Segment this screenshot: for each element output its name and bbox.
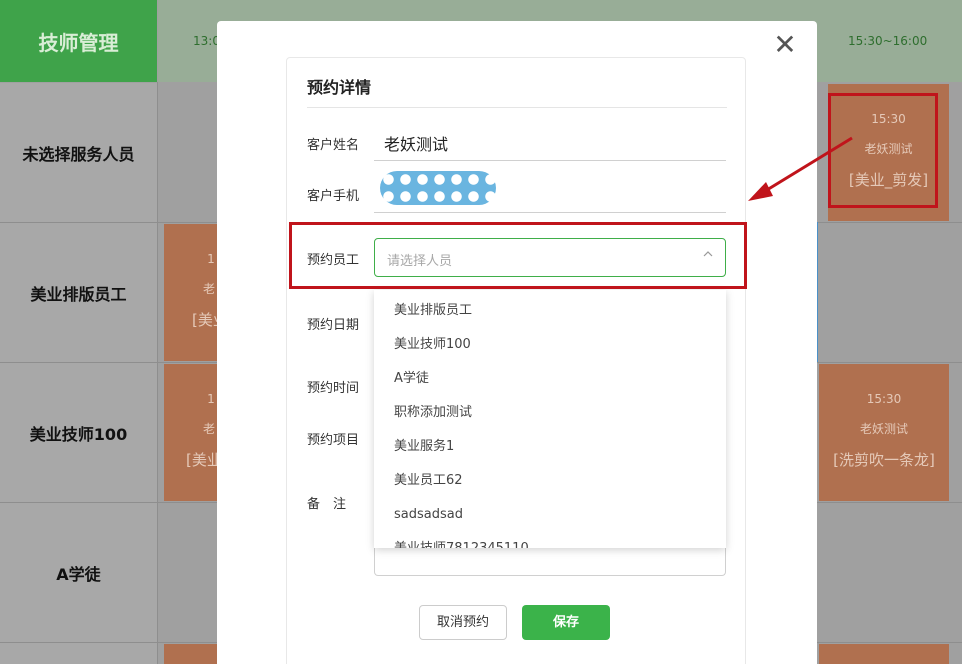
annotation-highlight-box — [289, 222, 747, 289]
divider — [307, 107, 727, 108]
appointment-customer: 老妖测试 — [859, 422, 908, 436]
staff-option[interactable]: 美业技师7812345110 — [374, 532, 726, 548]
row-header-staff: 美业技师100 — [0, 363, 157, 503]
staff-option[interactable]: 美业服务1 — [374, 430, 726, 464]
appointment-card[interactable]: 1 老 [美业_ — [164, 364, 218, 501]
page-title: 技师管理 — [0, 0, 157, 82]
row-header-unassigned: 未选择服务人员 — [0, 83, 157, 223]
appointment-card[interactable]: 1 老 [美业 — [164, 224, 218, 361]
staff-option[interactable]: 职称添加测试 — [374, 396, 726, 430]
close-icon[interactable]: ✕ — [770, 31, 800, 61]
redacted-phone — [380, 171, 496, 205]
column-divider — [157, 82, 158, 664]
customer-name-field[interactable]: 老妖测试 — [384, 131, 448, 155]
customer-phone-label: 客户手机 — [307, 189, 360, 204]
staff-option[interactable]: 美业排版员工 — [374, 294, 726, 328]
row-header-staff: A学徒 — [0, 503, 157, 643]
appointment-service: [美业_ — [186, 451, 218, 469]
staff-option[interactable]: 美业技师100 — [374, 328, 726, 362]
appointment-service: [美业 — [192, 311, 218, 329]
field-underline — [374, 160, 726, 161]
staff-option[interactable]: 美业员工62 — [374, 464, 726, 498]
time-slot-label: 15:30~16:00 — [848, 34, 928, 48]
time-slot-label: 13:0 — [193, 34, 220, 48]
appointment-customer: 老 — [202, 282, 215, 296]
appointment-form: 预约详情 客户姓名 老妖测试 客户手机 预约员工 请选择人员 预约日期 预约时间… — [286, 57, 746, 664]
form-title: 预约详情 — [307, 78, 372, 97]
customer-name-label: 客户姓名 — [307, 138, 360, 153]
staff-dropdown: 美业排版员工 美业技师100 A学徒 职称添加测试 美业服务1 美业员工62 s… — [374, 290, 726, 548]
appointment-time: 1 — [207, 252, 215, 266]
staff-option[interactable]: sadsadsad — [374, 498, 726, 532]
appointment-card[interactable] — [164, 644, 218, 664]
appointment-card[interactable] — [819, 644, 949, 664]
appointment-card[interactable]: 15:30 老妖测试 [洗剪吹一条龙] — [819, 364, 949, 501]
field-underline — [374, 212, 726, 213]
appointment-time: 15:30 — [866, 392, 902, 406]
appointment-dialog: ✕ 预约详情 客户姓名 老妖测试 客户手机 预约员工 请选择人员 预约日期 预约… — [217, 21, 817, 664]
annotation-highlight-box — [828, 93, 938, 208]
date-label: 预约日期 — [307, 318, 360, 333]
cancel-appointment-button[interactable]: 取消预约 — [419, 605, 507, 640]
row-header-staff — [0, 643, 157, 664]
row-header-staff: 美业排版员工 — [0, 223, 157, 363]
appointment-service: [洗剪吹一条龙] — [833, 451, 935, 469]
remark-label: 备 注 — [307, 497, 347, 512]
save-button[interactable]: 保存 — [522, 605, 610, 640]
appointment-customer: 老 — [202, 422, 215, 436]
time-label: 预约时间 — [307, 381, 360, 396]
appointment-time: 1 — [207, 392, 215, 406]
staff-option[interactable]: A学徒 — [374, 362, 726, 396]
service-label: 预约项目 — [307, 433, 360, 448]
